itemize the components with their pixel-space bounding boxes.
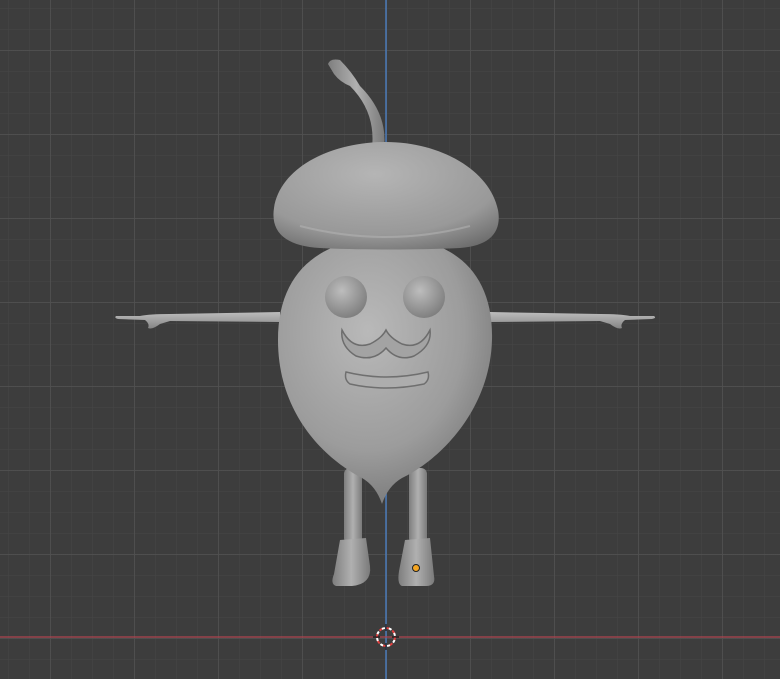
acorn-body[interactable] <box>278 237 493 504</box>
left-eye[interactable] <box>325 276 367 318</box>
acorn-stem[interactable] <box>328 59 385 149</box>
object-origin-icon[interactable] <box>412 564 420 572</box>
right-eye[interactable] <box>403 276 445 318</box>
acorn-cap[interactable] <box>273 142 499 250</box>
left-leg[interactable] <box>332 468 371 586</box>
viewport-canvas[interactable] <box>0 0 780 679</box>
3d-viewport[interactable] <box>0 0 780 679</box>
right-arm[interactable] <box>490 312 656 329</box>
acorn-character[interactable] <box>115 59 656 587</box>
left-arm[interactable] <box>115 312 280 329</box>
